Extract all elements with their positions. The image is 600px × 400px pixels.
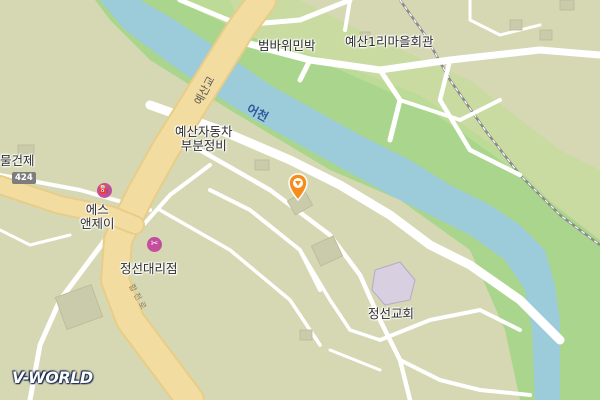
label-mulgeonje[interactable]: 물건제 [0, 150, 35, 169]
location-pin-icon[interactable] [288, 173, 308, 201]
map-canvas[interactable]: 범바위민박 예산1리마을회관 예산자동차 부분정비 물건제 에스 앤제이 정선대… [0, 0, 600, 400]
tools-icon[interactable]: ✂ [147, 237, 162, 252]
label-jadongcha[interactable]: 예산자동차 부분정비 [175, 125, 233, 153]
fuel-icon[interactable]: ⛽ [97, 183, 112, 198]
label-jeongseon-church[interactable]: 정선교회 [368, 303, 414, 322]
label-bumba-minbak[interactable]: 범바위민박 [258, 35, 316, 54]
route-shield: 424 [12, 172, 36, 184]
brand-text: V-WORLD [12, 368, 93, 387]
label-yesan1ri-hall[interactable]: 예산1리마을회관 [345, 31, 433, 50]
vworld-logo: V-WORLD [12, 368, 93, 387]
label-jeongseon-daeri[interactable]: 정선대리점 [120, 258, 178, 277]
label-esenjei[interactable]: 에스 앤제이 [80, 203, 115, 231]
